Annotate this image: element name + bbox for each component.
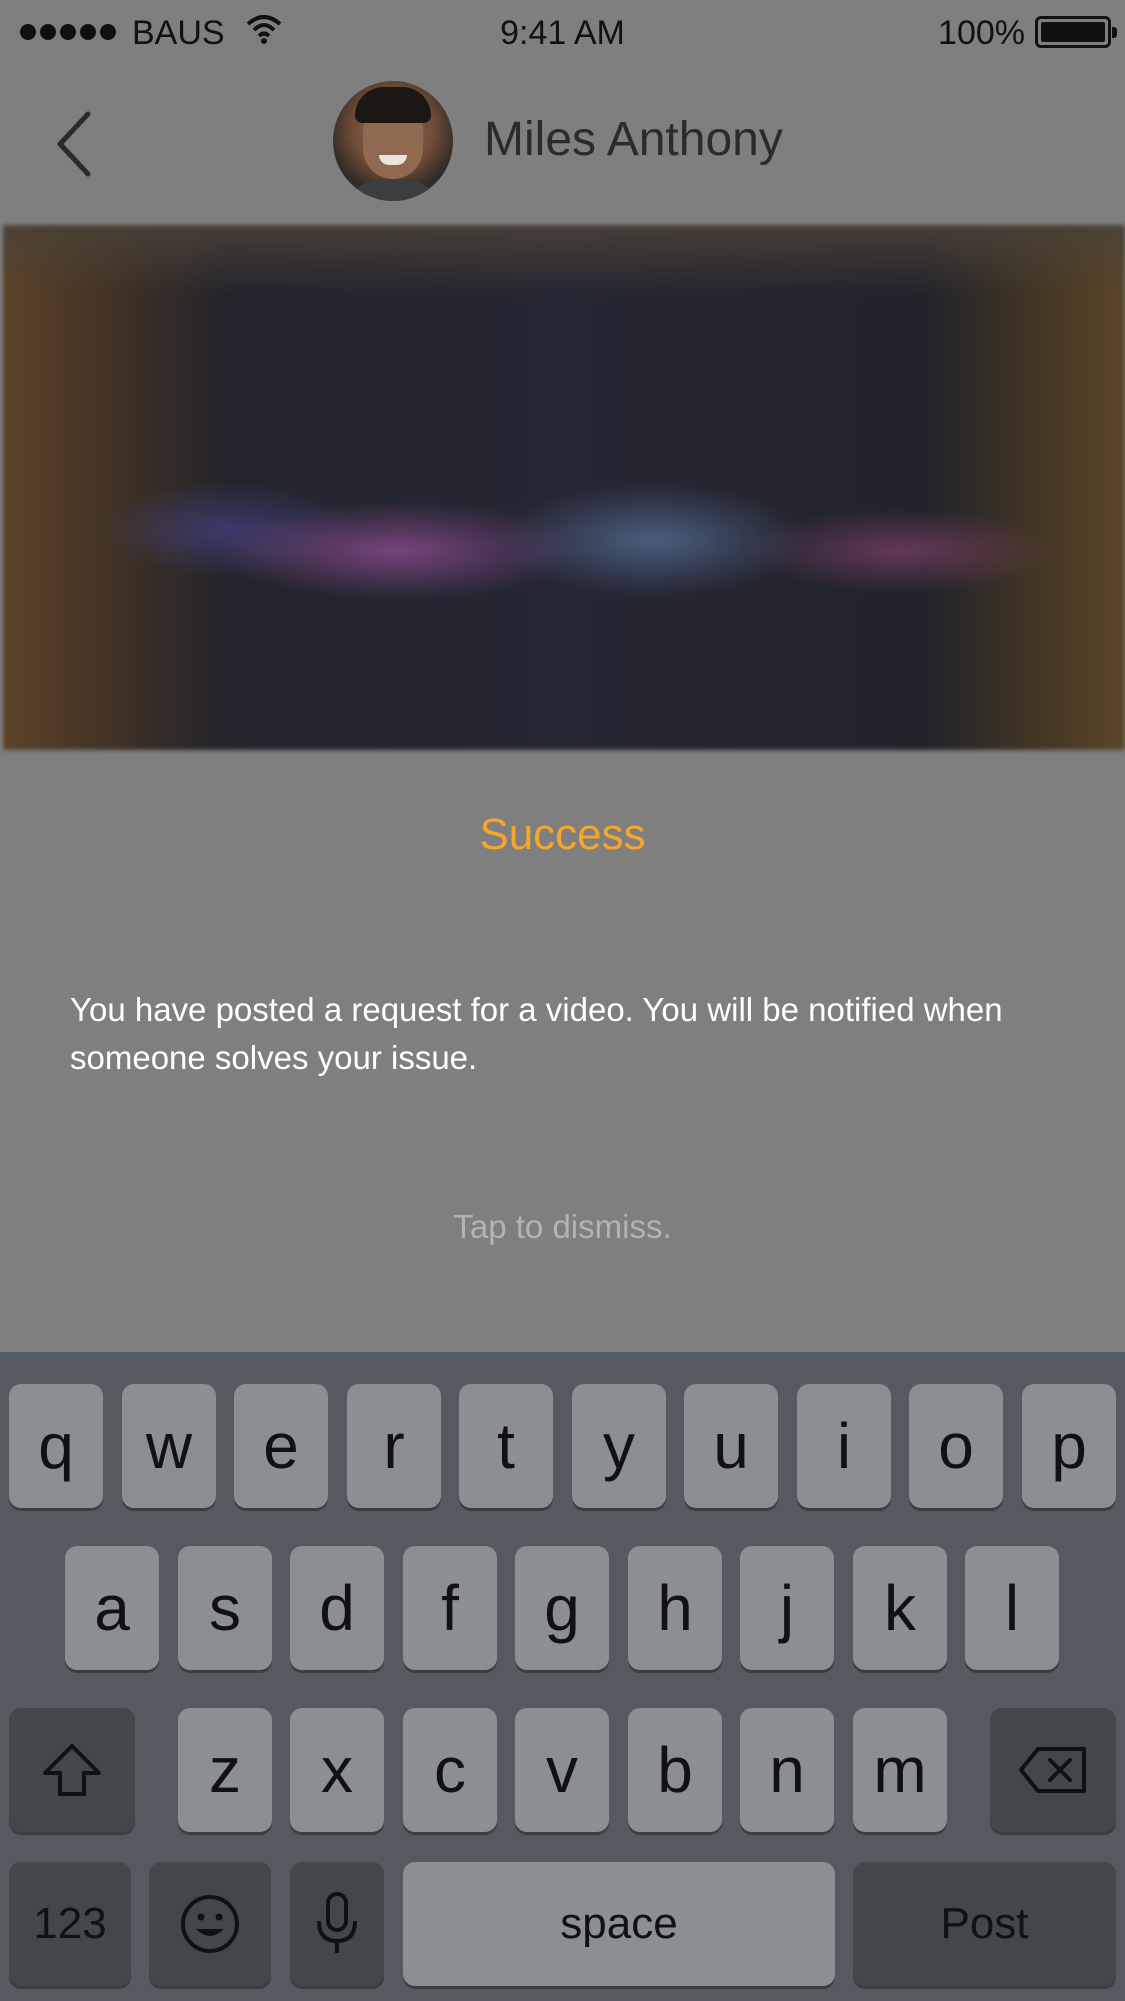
chevron-left-icon[interactable]	[48, 108, 108, 180]
key-j[interactable]: j	[740, 1546, 834, 1670]
backspace-icon	[1019, 1747, 1086, 1793]
key-i[interactable]: i	[797, 1384, 891, 1508]
key-d[interactable]: d	[290, 1546, 384, 1670]
key-m[interactable]: m	[853, 1708, 947, 1832]
battery-icon	[1035, 16, 1117, 48]
status-bar: BAUS 9:41 AM 100%	[0, 0, 1125, 68]
key-w[interactable]: w	[122, 1384, 216, 1508]
alert-message: You have posted a request for a video. Y…	[70, 991, 1003, 1076]
video-preview	[3, 225, 1125, 750]
emoji-key[interactable]	[149, 1862, 271, 1986]
key-r[interactable]: r	[347, 1384, 441, 1508]
key-p[interactable]: p	[1022, 1384, 1116, 1508]
avatar[interactable]	[333, 81, 453, 201]
key-e[interactable]: e	[234, 1384, 328, 1508]
dictation-key[interactable]	[290, 1862, 384, 1986]
post-button[interactable]: Post	[853, 1862, 1116, 1986]
shift-icon	[43, 1744, 101, 1796]
key-y[interactable]: y	[572, 1384, 666, 1508]
delete-key[interactable]	[990, 1708, 1116, 1832]
numbers-key[interactable]: 123	[9, 1862, 131, 1986]
key-h[interactable]: h	[628, 1546, 722, 1670]
key-x[interactable]: x	[290, 1708, 384, 1832]
key-k[interactable]: k	[853, 1546, 947, 1670]
contact-name[interactable]: Miles Anthony	[484, 112, 783, 167]
key-g[interactable]: g	[515, 1546, 609, 1670]
key-v[interactable]: v	[515, 1708, 609, 1832]
alert-title: Success	[479, 810, 646, 859]
navigation-bar: Miles Anthony	[0, 68, 1125, 225]
key-a[interactable]: a	[65, 1546, 159, 1670]
key-c[interactable]: c	[403, 1708, 497, 1832]
emoji-icon	[181, 1895, 239, 1953]
key-b[interactable]: b	[628, 1708, 722, 1832]
key-o[interactable]: o	[909, 1384, 1003, 1508]
key-n[interactable]: n	[740, 1708, 834, 1832]
dismiss-hint[interactable]: Tap to dismiss.	[0, 1208, 1125, 1246]
battery-percent: 100%	[938, 14, 1025, 52]
keyboard: q w e r t y u i o p a s d f g h j k l z …	[0, 1352, 1125, 2001]
key-t[interactable]: t	[459, 1384, 553, 1508]
microphone-icon	[317, 1892, 357, 1953]
key-q[interactable]: q	[9, 1384, 103, 1508]
key-z[interactable]: z	[178, 1708, 272, 1832]
key-f[interactable]: f	[403, 1546, 497, 1670]
space-key[interactable]: space	[403, 1862, 835, 1986]
shift-key[interactable]	[9, 1708, 135, 1832]
key-l[interactable]: l	[965, 1546, 1059, 1670]
key-u[interactable]: u	[684, 1384, 778, 1508]
key-s[interactable]: s	[178, 1546, 272, 1670]
